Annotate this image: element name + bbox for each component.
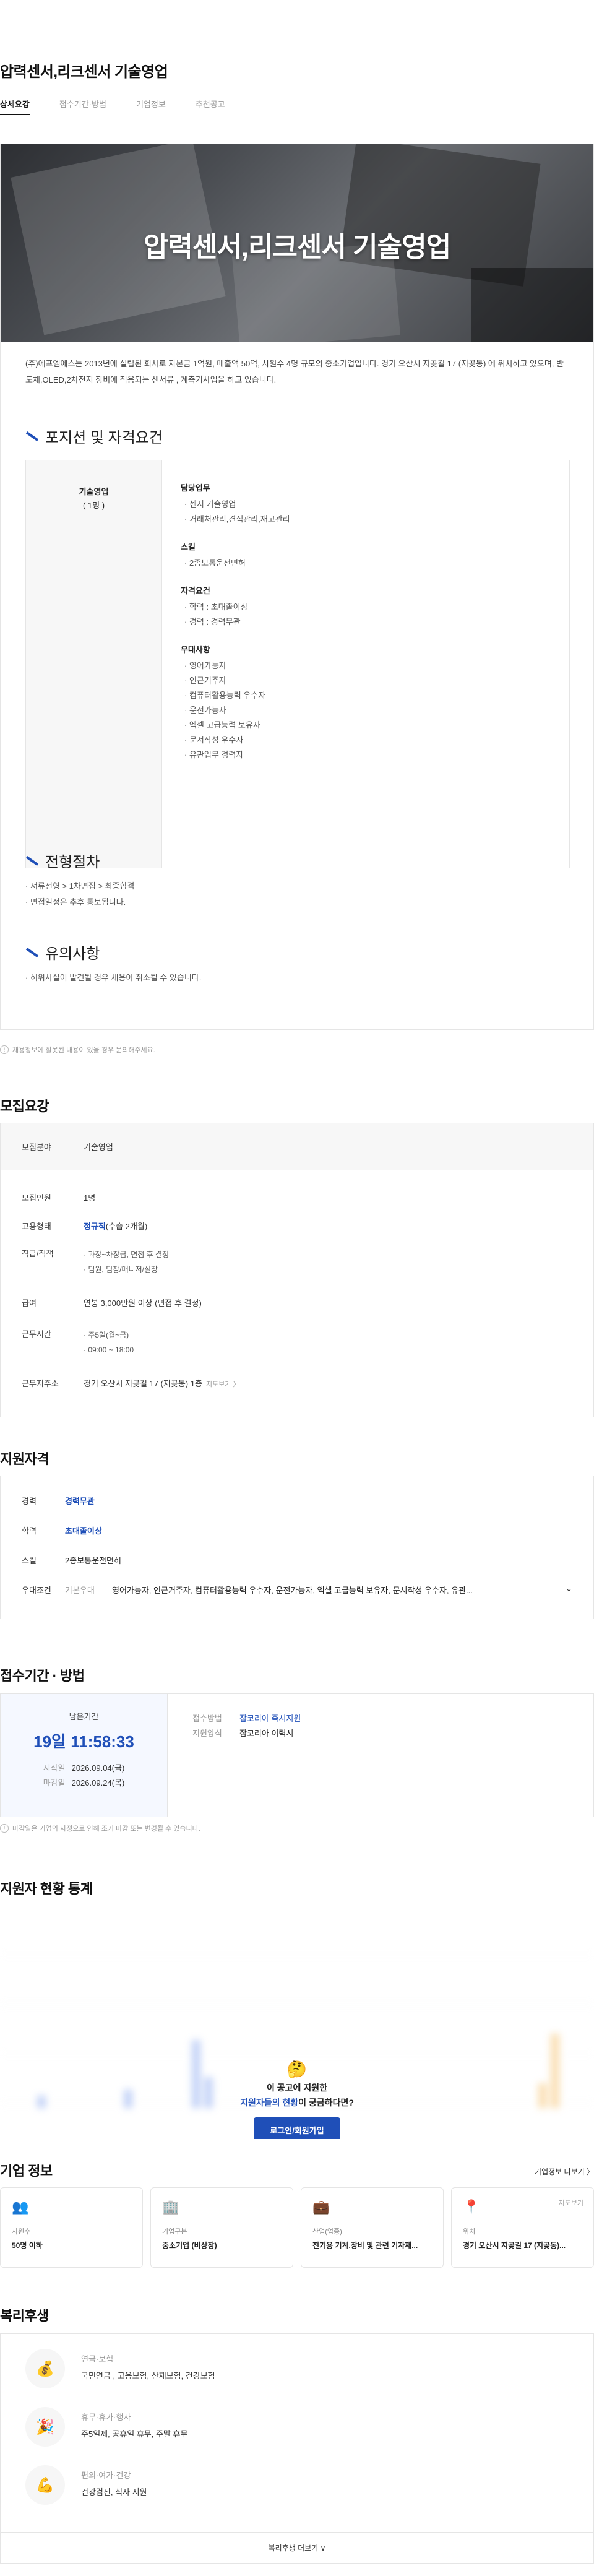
hero-title: 압력센서,리크센서 기술영업: [143, 232, 451, 262]
tab-recommended[interactable]: 추천공고: [196, 93, 225, 115]
position-count: ( 1명 ): [82, 501, 105, 510]
tab-bar: 상세요강 접수기간·방법 기업정보 추천공고: [0, 93, 594, 115]
login-prompt: 🤔 이 공고에 지원한 지원자들의 현황이 궁금하다면? 로그인/회원가입: [235, 2060, 359, 2139]
job-title: 압력센서,리크센서 기술영업: [0, 64, 168, 80]
company-card-employees: 👥 사원수 50명 이하: [0, 2187, 143, 2268]
section-caution-heading: 유의사항: [25, 941, 100, 963]
slash-mark-icon: [25, 947, 39, 957]
people-icon: 👥: [12, 2199, 29, 2215]
apply-method-panel: 접수방법 잡코리아 즉시지원 지원양식 잡코리아 이력서: [192, 1714, 301, 1738]
company-title: 기업 정보: [0, 2163, 53, 2179]
briefcase-icon: 💼: [312, 2199, 330, 2215]
chevron-down-icon[interactable]: ⌄: [566, 1584, 572, 1596]
map-link[interactable]: 지도보기: [558, 2198, 583, 2208]
company-cards: 👥 사원수 50명 이하 🏢 기업구분 중소기업 (비상장) 💼 산업(업종) …: [0, 2187, 594, 2268]
position-name: 기술영업: [79, 487, 109, 496]
party-popper-icon: 🎉: [25, 2407, 65, 2447]
thinking-face-icon: 🤔: [286, 2060, 308, 2078]
period-note: ! 마감일은 기업의 사정으로 인해 조기 마감 또는 변경될 수 있습니다.: [0, 1823, 200, 1833]
period-title: 접수기간 · 방법: [0, 1668, 85, 1683]
apply-link[interactable]: 잡코리아 즉시지원: [239, 1714, 301, 1723]
muscle-icon: 💪: [25, 2465, 65, 2505]
qual-skill-row: 스킬 2종보통운전면허: [22, 1556, 121, 1565]
recruit-location-row: 근무지주소 경기 오산시 지곶길 17 (지곶동) 1층 지도보기 〉: [22, 1379, 240, 1388]
welfare-item: 💰 연금·보험 국민연금 , 고용보험, 산재보험, 건강보험: [25, 2349, 215, 2388]
group-requirements: 자격요건 · 학력 : 초대졸이상 · 경력 : 경력무관: [181, 586, 248, 626]
welfare-item: 🎉 휴무·휴가·행사 주5일제, 공휴일 휴무, 주말 휴무: [25, 2407, 187, 2447]
tab-apply-period[interactable]: 접수기간·방법: [59, 93, 106, 115]
recruit-count-row: 모집인원 1명: [22, 1193, 96, 1203]
page: 압력센서,리크센서 기술영업 상세요강 접수기간·방법 기업정보 추천공고 압력…: [0, 0, 594, 2576]
login-signup-button[interactable]: 로그인/회원가입: [254, 2117, 340, 2139]
group-preferred: 우대사항 · 영어가능자 · 인근거주자 · 컴퓨터활용능력 우수자 · 운전가…: [181, 645, 266, 759]
job-detail-box: 압력센서,리크센서 기술영업 (주)에프엠에스는 2013년에 설립된 회사로 …: [0, 144, 594, 1030]
section-position-heading: 포지션 및 자격요건: [25, 425, 163, 447]
welfare-title: 복리후생: [0, 2308, 49, 2323]
company-card-location: 📍 지도보기 위치 경기 오산시 지곶길 17 (지곶동)...: [451, 2187, 594, 2268]
recruit-field-row: 모집분야 기술영업: [1, 1123, 593, 1170]
stats-title: 지원자 현황 통계: [0, 1881, 93, 1896]
remaining-time: 19일 11:58:33: [33, 1732, 134, 1751]
map-link[interactable]: 지도보기 〉: [206, 1381, 240, 1388]
position-table: 기술영업 ( 1명 ) 담당업무 · 센서 기술영업 · 거래처관리,견적관리,…: [25, 460, 570, 868]
company-intro: (주)에프엠에스는 2013년에 설립된 회사로 자본금 1억원, 매출액 50…: [25, 359, 564, 384]
recruit-title: 모집요강: [0, 1099, 49, 1114]
qual-preferred-row[interactable]: 우대조건 기본우대 영어가능자, 인근거주자, 컴퓨터활용능력 우수자, 운전가…: [22, 1584, 572, 1596]
remaining-time-panel: 남은기간 19일 11:58:33 시작일 2026.09.04(금) 마감일 20…: [1, 1694, 168, 1817]
tab-detail[interactable]: 상세요강: [0, 93, 30, 115]
building-icon: 🏢: [162, 2199, 179, 2215]
tab-company-info[interactable]: 기업정보: [136, 93, 166, 115]
period-box: 남은기간 19일 11:58:33 시작일 2026.09.04(금) 마감일 20…: [0, 1693, 594, 1817]
company-more-link[interactable]: 기업정보 더보기 〉: [535, 2166, 594, 2177]
piggy-bank-icon: 💰: [25, 2349, 65, 2388]
caution-list: · 허위사실이 발견될 경우 채용이 취소될 수 있습니다.: [25, 973, 202, 982]
process-list: · 서류전형 > 1차면접 > 최종합격 · 면접일정은 추후 통보됩니다.: [25, 881, 135, 907]
qual-education-row: 학력 초대졸이상: [22, 1526, 102, 1536]
applicant-stats: 🤔 이 공고에 지원한 지원자들의 현황이 궁금하다면? 로그인/회원가입: [0, 1905, 594, 2139]
position-name-cell: 기술영업 ( 1명 ): [26, 460, 162, 868]
welfare-item: 💪 편의·여가·건강 건강검진, 식사 지원: [25, 2465, 147, 2505]
slash-mark-icon: [25, 855, 39, 866]
info-icon: !: [0, 1045, 9, 1054]
qualification-box: 경력 경력무관 학력 초대졸이상 스킬 2종보통운전면허 우대조건 기본우대 영어가능…: [0, 1476, 594, 1619]
company-card-industry: 💼 산업(업종) 전기용 기계.장비 및 관련 기자재...: [301, 2187, 444, 2268]
recruit-box: 모집분야 기술영업 모집인원 1명 고용형태 정규직(수습 2개월) 직급/직책…: [0, 1123, 594, 1417]
section-process-heading: 전형절차: [25, 850, 100, 871]
qualification-title: 지원자격: [0, 1451, 49, 1467]
recruit-hours-row: 근무시간 · 주5일(월~금) · 09:00 ~ 18:00: [22, 1329, 134, 1354]
position-requirements: 담당업무 · 센서 기술영업 · 거래처관리,견적관리,재고관리 스킬 · 2종…: [162, 460, 569, 868]
group-skills: 스킬 · 2종보통운전면허: [181, 542, 246, 568]
company-card-type: 🏢 기업구분 중소기업 (비상장): [150, 2187, 293, 2268]
recruit-type-row: 고용형태 정규직(수습 2개월): [22, 1222, 148, 1231]
recruit-salary-row: 급여 연봉 3,000만원 이상 (면접 후 결정): [22, 1299, 202, 1308]
slash-mark-icon: [25, 431, 39, 441]
welfare-more-button[interactable]: 복리후생 더보기 ∨: [1, 2532, 593, 2563]
recruit-rank-row: 직급/직책 · 과장~차장급, 면접 후 결정 · 팀원, 팀장/매니저/실장: [22, 1249, 170, 1274]
report-note[interactable]: ! 채용정보에 잘못된 내용이 있을 경우 문의해주세요.: [0, 1045, 155, 1055]
info-icon: !: [0, 1824, 9, 1833]
group-duties: 담당업무 · 센서 기술영업 · 거래처관리,견적관리,재고관리: [181, 483, 290, 524]
welfare-box: 💰 연금·보험 국민연금 , 고용보험, 산재보험, 건강보험 🎉 휴무·휴가·행…: [0, 2333, 594, 2564]
hero-banner: 압력센서,리크센서 기술영업: [1, 144, 593, 342]
qual-career-row: 경력 경력무관: [22, 1497, 95, 1506]
